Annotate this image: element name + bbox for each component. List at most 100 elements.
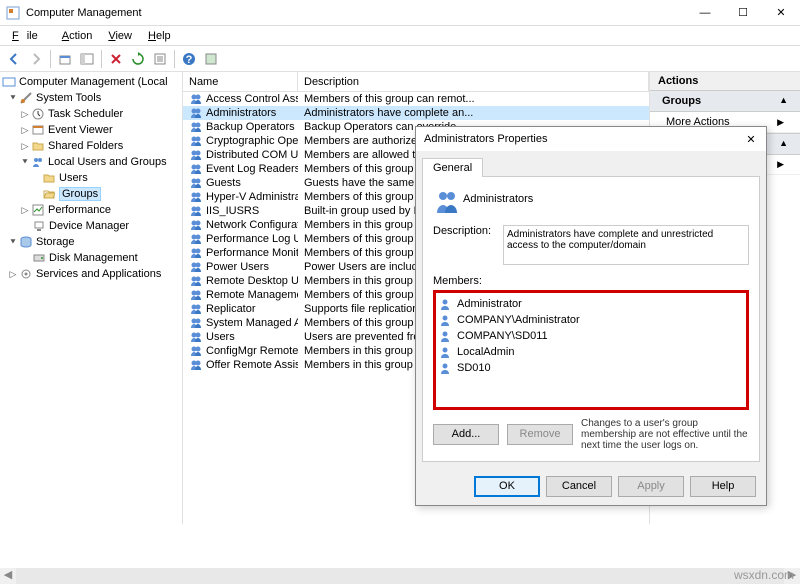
group-icon (189, 261, 203, 273)
membership-note: Changes to a user's group membership are… (581, 418, 749, 451)
actions-group-groups[interactable]: Groups▲ (650, 90, 800, 112)
expand-icon[interactable]: ▷ (8, 269, 18, 280)
row-name: Replicator (206, 303, 256, 315)
remove-button[interactable]: Remove (507, 424, 573, 445)
member-name: Administrator (457, 298, 522, 310)
member-row[interactable]: COMPANY\Administrator (439, 312, 743, 328)
group-icon (189, 191, 203, 203)
perf-icon (31, 203, 45, 217)
window-title: Computer Management (26, 7, 686, 19)
tree-storage[interactable]: ⯆Storage (0, 234, 182, 250)
member-name: LocalAdmin (457, 346, 514, 358)
collapse-icon[interactable]: ⯆ (8, 237, 18, 248)
user-icon (439, 346, 453, 358)
row-name: Performance Monitor ... (206, 247, 298, 259)
collapse-icon[interactable]: ⯆ (8, 93, 18, 104)
tree-disk-management[interactable]: Disk Management (0, 250, 182, 266)
list-row[interactable]: Access Control Assist...Members of this … (183, 92, 649, 106)
tree-root[interactable]: Computer Management (Local (0, 74, 182, 90)
dialog-help-button[interactable]: Help (690, 476, 756, 497)
dialog-title: Administrators Properties (424, 133, 736, 145)
menu-help[interactable]: Help (140, 30, 179, 42)
group-icon (189, 93, 203, 105)
group-icon (189, 205, 203, 217)
members-label: Members: (433, 275, 749, 287)
members-list[interactable]: Administrator COMPANY\AdministratorCOMPAN… (433, 290, 749, 410)
tree-system-tools[interactable]: ⯆System Tools (0, 90, 182, 106)
expand-icon[interactable]: ▷ (20, 205, 30, 216)
ok-button[interactable]: OK (474, 476, 540, 497)
computer-icon (2, 75, 16, 89)
toolbar: ? (0, 46, 800, 72)
menubar: File Action View Help (0, 26, 800, 46)
column-description[interactable]: Description (298, 72, 649, 91)
group-icon (189, 107, 203, 119)
member-row[interactable]: Administrator (439, 296, 743, 312)
column-name[interactable]: Name (183, 72, 298, 91)
row-name: Event Log Readers (206, 163, 298, 175)
expand-icon[interactable]: ▷ (20, 109, 30, 120)
group-icon (433, 187, 463, 215)
properties-button[interactable] (201, 49, 221, 69)
folder-icon (31, 139, 45, 153)
row-name: Users (206, 331, 235, 343)
tree-task-scheduler[interactable]: ▷Task Scheduler (0, 106, 182, 122)
add-button[interactable]: Add... (433, 424, 499, 445)
group-icon (189, 177, 203, 189)
close-button[interactable]: ✕ (762, 0, 800, 26)
member-row[interactable]: LocalAdmin (439, 344, 743, 360)
tree-performance[interactable]: ▷Performance (0, 202, 182, 218)
apply-button[interactable]: Apply (618, 476, 684, 497)
cancel-button[interactable]: Cancel (546, 476, 612, 497)
user-icon (439, 362, 453, 374)
expand-icon[interactable]: ▷ (20, 125, 30, 136)
minimize-button[interactable]: — (686, 0, 724, 26)
help-button[interactable]: ? (179, 49, 199, 69)
menu-view[interactable]: View (100, 30, 140, 42)
tab-general[interactable]: General (422, 158, 483, 177)
tree-shared-folders[interactable]: ▷Shared Folders (0, 138, 182, 154)
maximize-button[interactable]: ☐ (724, 0, 762, 26)
row-name: IIS_IUSRS (206, 205, 259, 217)
menu-action[interactable]: Action (54, 30, 101, 42)
tree-device-manager[interactable]: Device Manager (0, 218, 182, 234)
horizontal-scrollbar[interactable]: ◀ ▶ (0, 568, 800, 584)
actions-header: Actions (650, 72, 800, 90)
row-name: Administrators (206, 107, 276, 119)
member-row[interactable]: SD010 (439, 360, 743, 376)
row-name: Remote Desktop Users (206, 275, 298, 287)
member-row[interactable]: COMPANY\SD011 (439, 328, 743, 344)
dialog-close-button[interactable]: ✕ (736, 133, 766, 146)
tree-event-viewer[interactable]: ▷Event Viewer (0, 122, 182, 138)
row-desc: Administrators have complete an... (298, 107, 649, 119)
expand-icon[interactable]: ▷ (20, 141, 30, 152)
users-icon (31, 155, 45, 169)
delete-button[interactable] (106, 49, 126, 69)
tree-groups[interactable]: Groups (0, 186, 182, 202)
back-button[interactable] (4, 49, 24, 69)
collapse-icon[interactable]: ⯆ (20, 157, 30, 168)
navigation-tree: Computer Management (Local ⯆System Tools… (0, 72, 183, 524)
list-header: Name Description (183, 72, 649, 92)
export-button[interactable] (150, 49, 170, 69)
show-hide-tree-button[interactable] (77, 49, 97, 69)
description-label: Description: (433, 225, 503, 237)
description-field[interactable]: Administrators have complete and unrestr… (503, 225, 749, 265)
refresh-button[interactable] (128, 49, 148, 69)
tree-users[interactable]: Users (0, 170, 182, 186)
user-icon (439, 298, 453, 310)
group-icon (189, 163, 203, 175)
group-icon (189, 219, 203, 231)
app-icon (6, 6, 20, 20)
forward-button[interactable] (26, 49, 46, 69)
list-row[interactable]: Administrators Administrators have comple… (183, 106, 649, 120)
tree-services[interactable]: ▷Services and Applications (0, 266, 182, 282)
collapse-arrow-icon: ▲ (779, 95, 788, 107)
tree-local-users[interactable]: ⯆Local Users and Groups (0, 154, 182, 170)
collapse-arrow-icon: ▲ (779, 138, 788, 150)
menu-file[interactable]: File (4, 30, 54, 42)
watermark: wsxdn.com (734, 568, 794, 582)
row-name: Network Configuratio... (206, 219, 298, 231)
group-icon (189, 149, 203, 161)
up-button[interactable] (55, 49, 75, 69)
